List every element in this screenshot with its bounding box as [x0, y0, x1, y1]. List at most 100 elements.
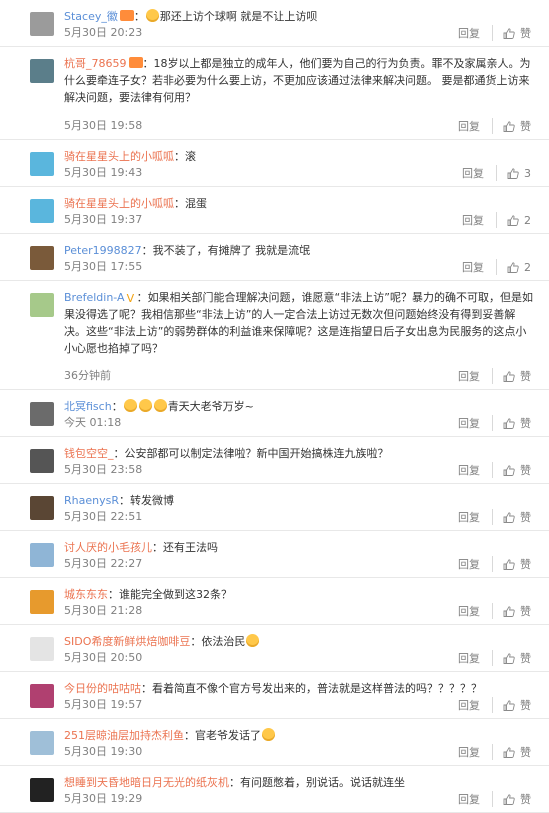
comment-content: Brefeldin-A V ：如果相关部门能合理解决问题，谁愿意“非法上访”呢？暴力… — [64, 289, 533, 357]
comment-content: 杭哥_78659 ：18岁以上都是独立的成年人，他们要为自己的行为负责。罪不及家属… — [64, 55, 533, 106]
separator: ： — [174, 197, 185, 210]
avatar[interactable] — [30, 449, 54, 473]
comment-actions: 回复 2 — [462, 212, 531, 228]
like-count[interactable]: 赞 — [520, 556, 531, 572]
reply-button[interactable]: 回复 — [458, 118, 493, 134]
avatar[interactable] — [30, 778, 54, 802]
username-link[interactable]: 杭哥_78659 — [64, 57, 127, 70]
comment-item: SIDO希度新鲜烘焙咖啡豆：依法治民 5月30日 20:50 回复赞 — [0, 625, 549, 672]
avatar[interactable] — [30, 246, 54, 270]
like-count[interactable]: 赞 — [520, 791, 531, 807]
comment-time: 5月30日 19:58 — [64, 119, 143, 132]
reply-button[interactable]: 回复 — [458, 556, 493, 572]
reply-button[interactable]: 回复 — [458, 603, 493, 619]
username-link[interactable]: 北冥fisch — [64, 400, 112, 413]
reply-button[interactable]: 回复 — [458, 462, 493, 478]
separator: ： — [141, 244, 153, 257]
like-count[interactable]: 2 — [524, 214, 531, 227]
avatar[interactable] — [30, 402, 54, 426]
avatar[interactable] — [30, 543, 54, 567]
reply-button[interactable]: 回复 — [458, 368, 493, 384]
avatar[interactable] — [30, 59, 54, 83]
like-count[interactable]: 赞 — [520, 368, 531, 384]
like-count[interactable]: 赞 — [520, 118, 531, 134]
username-link[interactable]: 骑在星星头上的小呱呱 — [64, 197, 174, 210]
like-count[interactable]: 赞 — [520, 415, 531, 431]
username-link[interactable]: 想睡到天昏地暗日月无光的纸灰机 — [64, 776, 229, 789]
like-count[interactable]: 赞 — [520, 509, 531, 525]
thumbs-up-icon[interactable] — [503, 417, 515, 429]
thumbs-up-icon[interactable] — [503, 370, 515, 382]
like-count[interactable]: 赞 — [520, 744, 531, 760]
avatar[interactable] — [30, 637, 54, 661]
comment-time: 5月30日 17:55 — [64, 260, 143, 273]
username-link[interactable]: Stacey_徽 — [64, 10, 118, 23]
comment-actions: 回复 赞 — [458, 415, 531, 431]
username-link[interactable]: 讨人厌的小毛孩儿 — [64, 541, 152, 554]
comment-content: 想睡到天昏地暗日月无光的纸灰机：有问题憋着，别说话。说话就连坐 — [64, 774, 533, 791]
thumbs-up-icon[interactable] — [503, 464, 515, 476]
avatar[interactable] — [30, 12, 54, 36]
thumbs-up-icon[interactable] — [503, 120, 515, 132]
thumbs-up-icon[interactable] — [503, 699, 515, 711]
username-link[interactable]: Brefeldin-A — [64, 291, 125, 304]
like-count[interactable]: 赞 — [520, 697, 531, 713]
comment-text: 转发微博 — [129, 494, 174, 507]
thumbs-up-icon[interactable] — [503, 746, 515, 758]
reply-button[interactable]: 回复 — [462, 259, 497, 275]
comment-item: 北冥fisch： 青天大老爷万岁~ 今天 01:18 回复 赞 — [0, 390, 549, 437]
reply-button[interactable]: 回复 — [462, 165, 497, 181]
comment-text: 混蛋 — [185, 197, 207, 210]
comment-time: 5月30日 23:58 — [64, 463, 143, 476]
reply-button[interactable]: 回复 — [462, 212, 497, 228]
thumbs-up-icon[interactable] — [503, 27, 515, 39]
like-count[interactable]: 2 — [524, 261, 531, 274]
username-link[interactable]: Peter1998827 — [64, 244, 142, 257]
thumbs-up-icon[interactable] — [503, 652, 515, 664]
like-count[interactable]: 赞 — [520, 603, 531, 619]
reply-button[interactable]: 回复 — [458, 744, 493, 760]
avatar[interactable] — [30, 731, 54, 755]
comment-actions: 回复 赞 — [458, 25, 531, 41]
like-count[interactable]: 赞 — [520, 25, 531, 41]
username-link[interactable]: 城东东东 — [64, 588, 108, 601]
like-count[interactable]: 赞 — [520, 650, 531, 666]
like-count[interactable]: 赞 — [520, 462, 531, 478]
comment-item: Peter1998827：我不装了，有摊牌了 我就是流氓 5月30日 17:55 回… — [0, 234, 549, 281]
username-link[interactable]: 骑在星星头上的小呱呱 — [64, 150, 174, 163]
comment-content: 251层晾油层加持杰利鱼：官老爷发话了 — [64, 727, 533, 744]
avatar[interactable] — [30, 590, 54, 614]
avatar[interactable] — [30, 684, 54, 708]
avatar[interactable] — [30, 293, 54, 317]
username-link[interactable]: RhaenysR — [64, 494, 119, 507]
username-link[interactable]: SIDO希度新鲜烘焙咖啡豆 — [64, 635, 190, 648]
username-link[interactable]: 今日份的咕咕咕 — [64, 682, 141, 695]
thumbs-up-icon[interactable] — [503, 605, 515, 617]
reply-button[interactable]: 回复 — [458, 791, 493, 807]
username-link[interactable]: 251层晾油层加持杰利鱼 — [64, 729, 184, 742]
separator: ： — [136, 291, 148, 304]
reply-button[interactable]: 回复 — [458, 697, 493, 713]
thumbs-up-icon[interactable] — [503, 511, 515, 523]
reply-button[interactable]: 回复 — [458, 650, 493, 666]
avatar[interactable] — [30, 199, 54, 223]
thumbs-up-icon[interactable] — [507, 167, 519, 179]
separator: ： — [190, 635, 202, 648]
comment-time: 36分钟前 — [64, 369, 111, 382]
avatar[interactable] — [30, 152, 54, 176]
comment-text: 青天大老爷万岁~ — [167, 400, 254, 413]
reply-button[interactable]: 回复 — [458, 509, 493, 525]
separator: ： — [142, 57, 154, 70]
like-count[interactable]: 3 — [524, 167, 531, 180]
separator: ： — [118, 494, 130, 507]
comment-text: 公安部都可以制定法律啦？新中国开始搞株连九族啦？ — [124, 447, 389, 460]
avatar[interactable] — [30, 496, 54, 520]
reply-button[interactable]: 回复 — [458, 415, 493, 431]
username-link[interactable]: 钱包空空_ — [64, 447, 114, 460]
emoji-icon — [145, 9, 159, 22]
thumbs-up-icon[interactable] — [507, 214, 519, 226]
thumbs-up-icon[interactable] — [503, 558, 515, 570]
thumbs-up-icon[interactable] — [503, 793, 515, 805]
thumbs-up-icon[interactable] — [507, 261, 519, 273]
reply-button[interactable]: 回复 — [458, 25, 493, 41]
